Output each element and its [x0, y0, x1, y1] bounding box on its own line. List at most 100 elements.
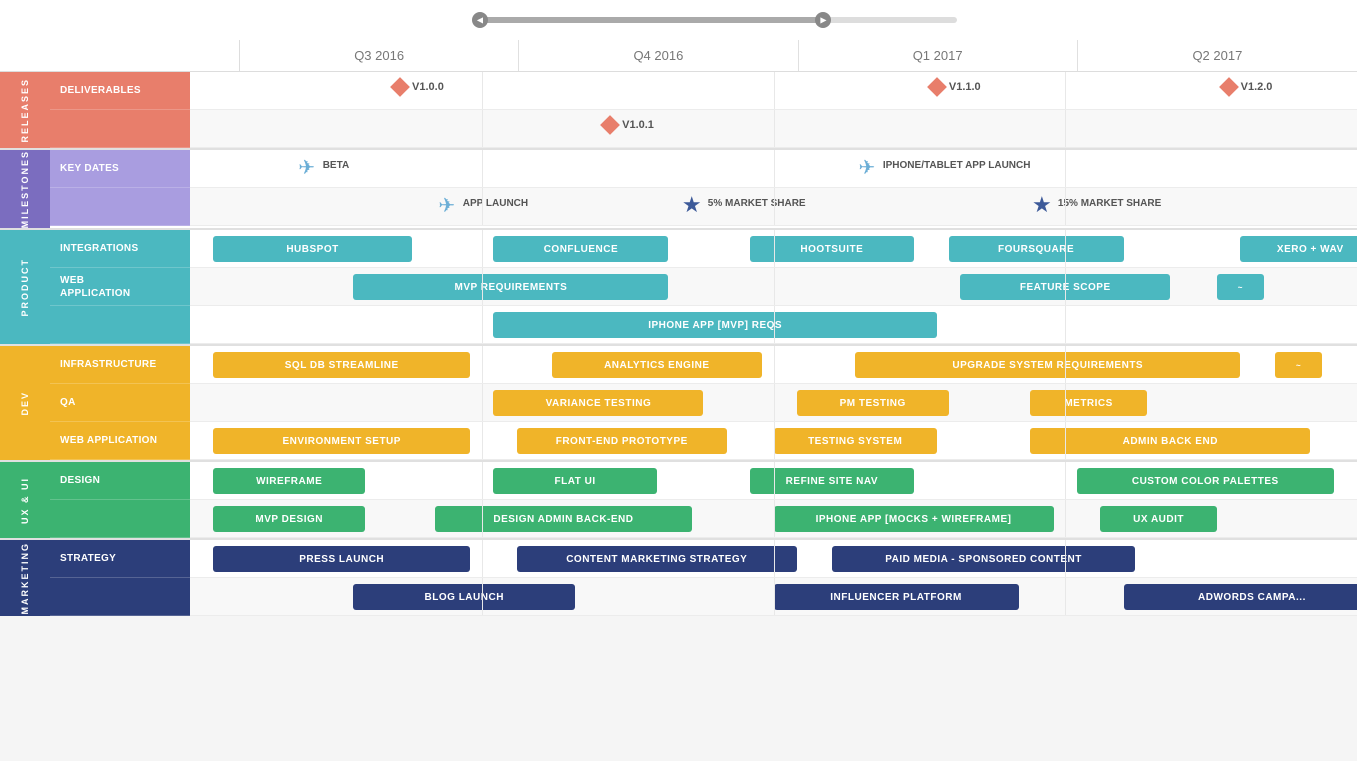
marketing-strategy-row1: STRATEGY PRESS LAUNCH CONTENT MARKETING … [50, 540, 1357, 578]
dev-webapp-row: WEB APPLICATION ENVIRONMENT SETUP FRONT-… [50, 422, 1357, 460]
slider-track[interactable]: ◀ ▶ [480, 17, 957, 23]
admin-backend-bar: ADMIN BACK END [1030, 428, 1310, 454]
product-webapp-timeline1: MVP REQUIREMENTS FEATURE SCOPE ~ [190, 268, 1357, 306]
design-admin-bar: DESIGN ADMIN BACK-END [435, 506, 692, 532]
ux-section-label: UX & UI [0, 462, 50, 538]
foursquare-bar: FOURSQUARE [949, 236, 1124, 262]
sql-bar: SQL DB STREAMLINE [213, 352, 470, 378]
quarter-q1-2017: Q1 2017 [799, 40, 1078, 71]
product-integrations-text: INTEGRATIONS [60, 243, 138, 254]
milestones-row2-label [50, 188, 190, 226]
product-rows: INTEGRATIONS HUBSPOT CONFLUENCE HOOTSUIT… [50, 230, 1357, 344]
dev-qa-row: QA VARIANCE TESTING PM TESTING METRICS [50, 384, 1357, 422]
ux-design-label: DESIGN [50, 462, 190, 500]
paid-media-bar: PAID MEDIA - SPONSORED CONTENT [832, 546, 1135, 572]
dev-section: DEV INFRASTRUCTURE SQL DB STREAMLINE ANA… [0, 346, 1357, 462]
marketing-rows: STRATEGY PRESS LAUNCH CONTENT MARKETING … [50, 540, 1357, 616]
milestones-timeline-2: ✈ APP LAUNCH ★ 5% MARKET SHARE ★ 15% MAR… [190, 188, 1357, 226]
dev-infra-timeline: SQL DB STREAMLINE ANALYTICS ENGINE UPGRA… [190, 346, 1357, 384]
v120-milestone [1222, 80, 1236, 97]
confluence-bar: CONFLUENCE [493, 236, 668, 262]
v120-label: V1.2.0 [1241, 81, 1273, 93]
releases-rows: DELIVERABLES V1.0.0 V1.1.0 [50, 72, 1357, 148]
v100-label: V1.0.0 [412, 81, 444, 93]
ux-design-row2: MVP DESIGN DESIGN ADMIN BACK-END IPHONE … [50, 500, 1357, 538]
market-share-5-star-icon: ★ [682, 192, 702, 218]
metrics-bar: METRICS [1030, 390, 1147, 416]
dev-section-label: DEV [0, 346, 50, 460]
roadmap-container: ◀ ▶ Q3 2016 Q4 2016 Q1 2017 Q2 2017 RELE… [0, 0, 1357, 616]
marketing-section-label: MARKETING [0, 540, 50, 616]
releases-timeline-2: V1.0.1 [190, 110, 1357, 148]
quarter-q2-2017: Q2 2017 [1078, 40, 1357, 71]
marketing-strategy-text: STRATEGY [60, 553, 116, 564]
content-marketing-bar: CONTENT MARKETING STRATEGY [517, 546, 797, 572]
market-share-15-label: 15% MARKET SHARE [1058, 198, 1161, 209]
ux-audit-bar: UX AUDIT [1100, 506, 1217, 532]
slider-handle-right[interactable]: ▶ [815, 12, 831, 28]
milestones-section: MILESTONES KEY DATES ✈ BETA ✈ IPHONE/TAB… [0, 150, 1357, 230]
wireframe-bar: WIREFRAME [213, 468, 365, 494]
adwords-bar: ADWORDS CAMPA... [1124, 584, 1357, 610]
market-share-5-label: 5% MARKET SHARE [708, 198, 806, 209]
releases-row2-label [50, 110, 190, 148]
mvp-design-bar: MVP DESIGN [213, 506, 365, 532]
xero-bar: XERO + WAV [1240, 236, 1357, 262]
v110-label: V1.1.0 [949, 81, 981, 93]
influencer-bar: INFLUENCER PLATFORM [774, 584, 1019, 610]
milestones-section-label: MILESTONES [0, 150, 50, 228]
marketing-strategy-row2: BLOG LAUNCH INFLUENCER PLATFORM ADWORDS … [50, 578, 1357, 616]
slider-handle-left[interactable]: ◀ [472, 12, 488, 28]
milestones-rows: KEY DATES ✈ BETA ✈ IPHONE/TABLET APP LAU… [50, 150, 1357, 228]
testing-system-bar: TESTING SYSTEM [774, 428, 937, 454]
product-integrations-row: INTEGRATIONS HUBSPOT CONFLUENCE HOOTSUIT… [50, 230, 1357, 268]
iphone-launch-label: IPHONE/TABLET APP LAUNCH [883, 160, 1031, 171]
upgrade-sys-bar: UPGRADE SYSTEM REQUIREMENTS [855, 352, 1240, 378]
dev-webapp-timeline: ENVIRONMENT SETUP FRONT-END PROTOTYPE TE… [190, 422, 1357, 460]
beta-plane-icon: ✈ [298, 155, 315, 180]
hootsuite-bar: HOOTSUITE [750, 236, 913, 262]
variance-testing-bar: VARIANCE TESTING [493, 390, 703, 416]
beta-label: BETA [323, 160, 349, 171]
releases-row-2: V1.0.1 [50, 110, 1357, 148]
analytics-engine-bar: ANALYTICS ENGINE [552, 352, 762, 378]
product-webapp-row1: WEBAPPLICATION MVP REQUIREMENTS FEATURE … [50, 268, 1357, 306]
ux-design-row2-label [50, 500, 190, 538]
dev-qa-text: QA [60, 397, 76, 408]
ux-label-text: UX & UI [20, 477, 30, 524]
iphone-mocks-bar: IPHONE APP [MOCKS + WIREFRAME] [774, 506, 1054, 532]
milestones-timeline-1: ✈ BETA ✈ IPHONE/TABLET APP LAUNCH [190, 150, 1357, 188]
dev-infra-label: INFRASTRUCTURE [50, 346, 190, 384]
product-webapp-row2: IPHONE APP [MVP] REQS [50, 306, 1357, 344]
dev-qa-label: QA [50, 384, 190, 422]
marketing-strategy-timeline2: BLOG LAUNCH INFLUENCER PLATFORM ADWORDS … [190, 578, 1357, 616]
product-webapp-text: WEBAPPLICATION [60, 274, 130, 300]
ux-design-timeline1: WIREFRAME FLAT UI REFINE SITE NAV CUSTOM… [190, 462, 1357, 500]
quarter-headers: Q3 2016 Q4 2016 Q1 2017 Q2 2017 [0, 40, 1357, 72]
app-launch-label: APP LAUNCH [463, 198, 528, 209]
marketing-strategy-label: STRATEGY [50, 540, 190, 578]
releases-section-label: RELEASES [0, 72, 50, 148]
product-extra-bar: ~ [1217, 274, 1264, 300]
releases-row-1: DELIVERABLES V1.0.0 V1.1.0 [50, 72, 1357, 110]
milestones-keydates-label: KEY DATES [50, 150, 190, 188]
product-section: PRODUCT INTEGRATIONS HUBSPOT CONFLUENCE … [0, 230, 1357, 346]
marketing-strategy-row2-label [50, 578, 190, 616]
product-webapp-label: WEBAPPLICATION [50, 268, 190, 306]
blog-launch-bar: BLOG LAUNCH [353, 584, 575, 610]
product-webapp-timeline2: IPHONE APP [MVP] REQS [190, 306, 1357, 344]
marketing-label-text: MARKETING [20, 542, 30, 615]
mvp-requirements-bar: MVP REQUIREMENTS [353, 274, 668, 300]
releases-timeline-1: V1.0.0 V1.1.0 V1.2.0 [190, 72, 1357, 110]
v101-milestone [603, 118, 617, 135]
quarter-q4-2016: Q4 2016 [519, 40, 798, 71]
quarter-q3-2016: Q3 2016 [240, 40, 519, 71]
product-webapp-row2-label [50, 306, 190, 344]
dev-infra-extra-bar: ~ [1275, 352, 1322, 378]
ux-rows: DESIGN WIREFRAME FLAT UI REFINE SITE NAV… [50, 462, 1357, 538]
milestones-row-2: ✈ APP LAUNCH ★ 5% MARKET SHARE ★ 15% MAR… [50, 188, 1357, 226]
product-integrations-label: INTEGRATIONS [50, 230, 190, 268]
refine-site-nav-bar: REFINE SITE NAV [750, 468, 913, 494]
product-section-label: PRODUCT [0, 230, 50, 344]
releases-deliverables-text: DELIVERABLES [60, 85, 141, 96]
